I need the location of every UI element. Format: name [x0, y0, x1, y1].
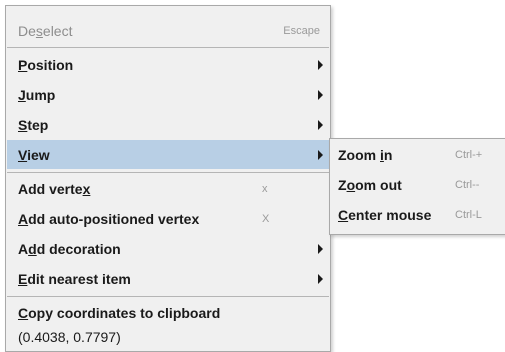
shortcut-label: X — [262, 212, 270, 225]
menu-item-zoom-out[interactable]: Zoom out Ctrl-- — [331, 170, 505, 199]
menu-item-add-vertex[interactable]: Add vertex x — [7, 174, 329, 203]
submenu-arrow-icon — [318, 149, 323, 160]
menu-item-add-auto-vertex[interactable]: Add auto-positioned vertex X — [7, 204, 329, 233]
menu-item-deselect-label: Deselect — [18, 22, 73, 39]
menu-item-zoom-in[interactable]: Zoom in Ctrl-+ — [331, 140, 505, 169]
shortcut-label: Ctrl-+ — [455, 148, 483, 161]
menu-item-zoom-in-label: Zoom in — [338, 146, 393, 163]
menu-item-copy-coordinates[interactable]: Copy coordinates to clipboard — [7, 298, 329, 327]
menu-separator — [7, 47, 329, 48]
shortcut-label: Escape — [283, 24, 320, 37]
menu-item-edit-nearest[interactable]: Edit nearest item — [7, 264, 329, 293]
menu-item-copy-coordinates-label: Copy coordinates to clipboard — [18, 304, 221, 321]
submenu-arrow-icon — [318, 243, 323, 254]
menu-item-jump[interactable]: Jump — [7, 80, 329, 109]
menu-separator — [7, 296, 329, 297]
view-submenu: Zoom in Ctrl-+ Zoom out Ctrl-- Center mo… — [329, 138, 505, 235]
menu-item-zoom-out-label: Zoom out — [338, 176, 402, 193]
coordinates-readout: (0.4038, 0.7797) — [18, 329, 121, 345]
menu-item-edit-nearest-label: Edit nearest item — [18, 270, 131, 287]
menu-item-add-auto-vertex-label: Add auto-positioned vertex — [18, 210, 200, 227]
submenu-arrow-icon — [318, 59, 323, 70]
menu-item-center-mouse[interactable]: Center mouse Ctrl-L — [331, 200, 505, 229]
menu-item-position-label: Position — [18, 56, 74, 73]
menu-item-deselect[interactable]: Deselect Escape — [7, 16, 329, 45]
menu-item-add-decoration[interactable]: Add decoration — [7, 234, 329, 263]
menu-item-add-vertex-label: Add vertex — [18, 180, 91, 197]
submenu-arrow-icon — [318, 89, 323, 100]
shortcut-label: x — [262, 182, 268, 195]
shortcut-label: Ctrl-- — [455, 178, 480, 191]
menu-item-step-label: Step — [18, 116, 49, 133]
menu-item-view[interactable]: View — [7, 140, 329, 169]
menu-item-center-mouse-label: Center mouse — [338, 206, 432, 223]
context-menu: Deselect Escape Position Jump Step View … — [5, 5, 331, 352]
menu-separator — [7, 172, 329, 173]
menu-item-step[interactable]: Step — [7, 110, 329, 139]
shortcut-label: Ctrl-L — [455, 208, 482, 221]
menu-item-add-decoration-label: Add decoration — [18, 240, 121, 257]
menu-item-view-label: View — [18, 146, 50, 163]
menu-item-jump-label: Jump — [18, 86, 56, 103]
menu-item-position[interactable]: Position — [7, 50, 329, 79]
submenu-arrow-icon — [318, 119, 323, 130]
submenu-arrow-icon — [318, 273, 323, 284]
